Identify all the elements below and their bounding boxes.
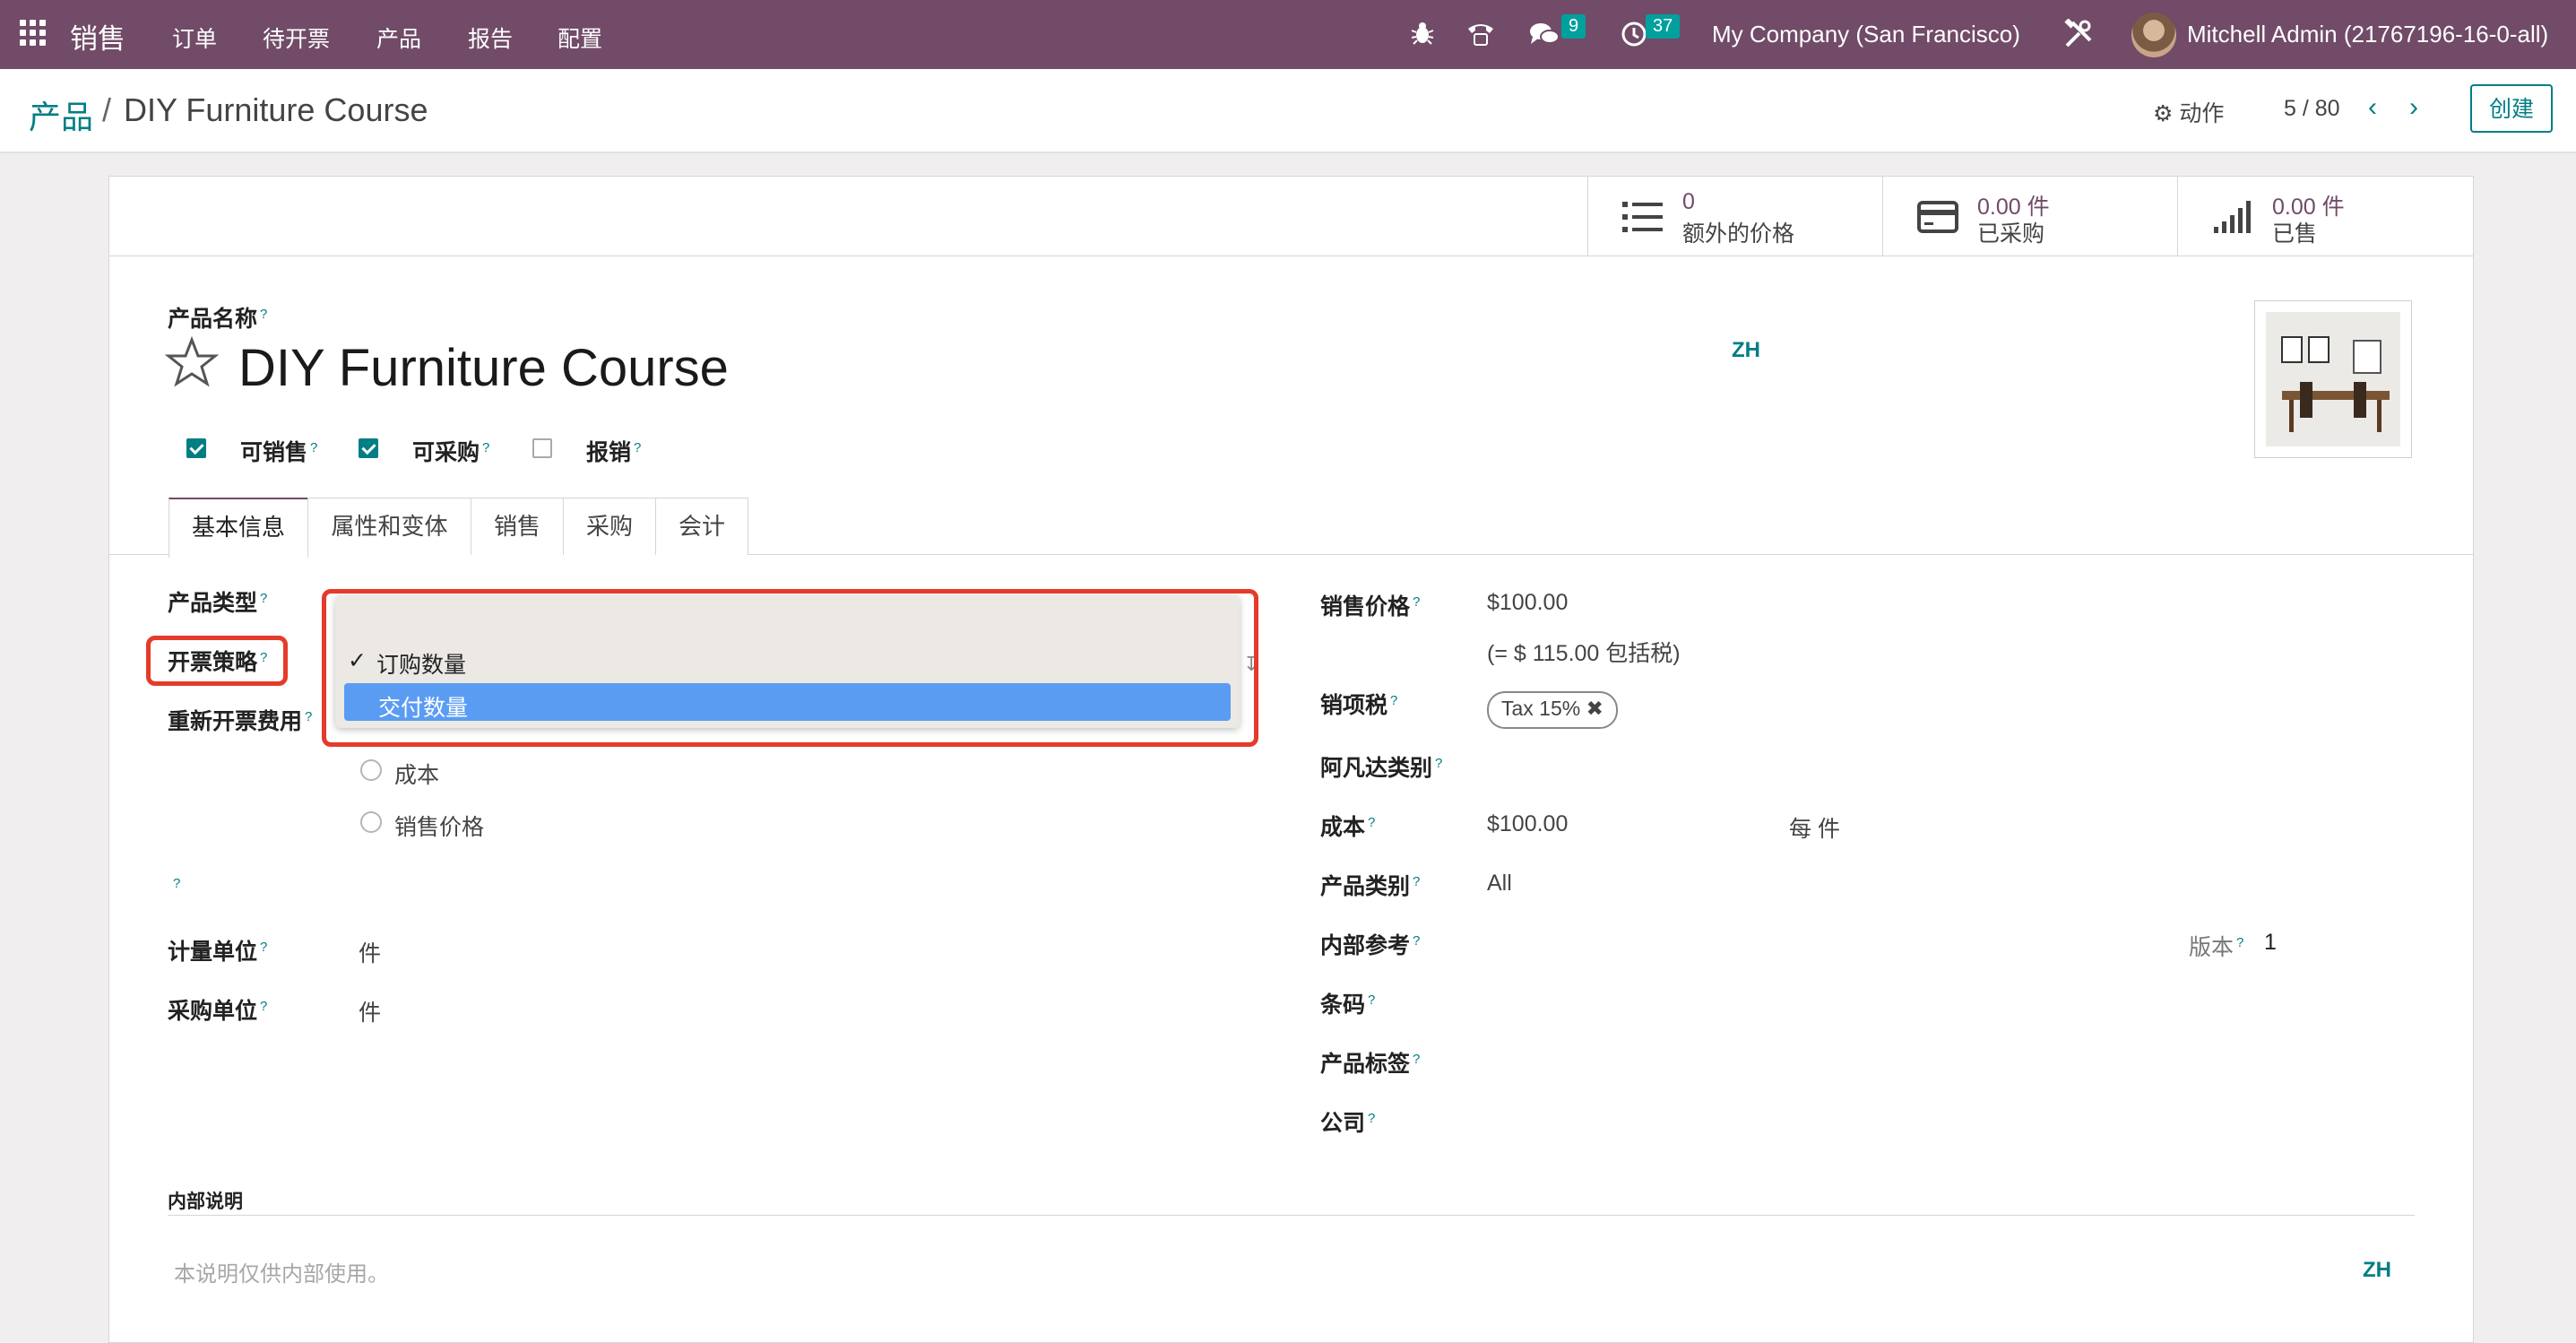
smart-button-purchased[interactable]: 0.00 件 已采购 xyxy=(1882,177,2178,256)
version-value: 1 xyxy=(2264,930,2277,955)
smart-value: 0 xyxy=(1682,189,1695,214)
can-be-purchased-label: 可采购? xyxy=(412,439,490,465)
product-name-label: 产品名称? xyxy=(168,306,268,332)
purchase-uom-value[interactable]: 件 xyxy=(359,995,381,1027)
smart-label: 已售 xyxy=(2272,221,2318,247)
smart-button-sold[interactable]: 0.00 件 已售 xyxy=(2177,177,2473,256)
reinvoice-option-sales-price: 销售价格 xyxy=(394,815,485,840)
phone-icon[interactable] xyxy=(1466,20,1495,47)
reinvoice-expenses-label: 重新开票费用? xyxy=(168,708,313,734)
menu-configuration[interactable]: 配置 xyxy=(558,22,602,54)
control-panel: 产品 / DIY Furniture Course ⚙ 动作 5 / 80 ‹ … xyxy=(0,69,2576,153)
pager-value[interactable]: 5 / 80 xyxy=(2284,96,2340,122)
language-button[interactable]: ZH xyxy=(1732,338,1760,363)
can-be-sold-label: 可销售? xyxy=(240,439,318,465)
tab-general-info[interactable]: 基本信息 xyxy=(169,498,308,558)
menu-orders[interactable]: 订单 xyxy=(172,22,217,54)
smart-button-extra-prices[interactable]: 0 额外的价格 xyxy=(1587,177,1883,256)
action-label: 动作 xyxy=(2179,101,2225,126)
create-button[interactable]: 创建 xyxy=(2470,84,2553,133)
gear-icon: ⚙ xyxy=(2153,101,2174,126)
tab-attributes-variants[interactable]: 属性和变体 xyxy=(307,498,471,555)
sales-price-incl-tax: (= $ 115.00 包括税) xyxy=(1487,641,1681,666)
can-be-expensed-label: 报销? xyxy=(586,439,642,465)
can-be-expensed-checkbox[interactable] xyxy=(532,438,552,458)
breadcrumb-products[interactable]: 产品 xyxy=(29,91,93,138)
top-navbar: 销售 订单 待开票 产品 报告 配置 9 37 My Company (San … xyxy=(0,0,2576,69)
user-menu[interactable]: Mitchell Admin (21767196-16-0-all) xyxy=(2187,21,2548,48)
can-be-sold-checkbox[interactable] xyxy=(186,438,206,458)
clock-icon[interactable] xyxy=(1621,21,1647,48)
bug-icon[interactable] xyxy=(1409,20,1436,47)
internal-notes-label: 内部说明 xyxy=(168,1191,243,1212)
cost-label: 成本? xyxy=(1320,814,1376,840)
product-name-input[interactable]: DIY Furniture Course xyxy=(238,338,729,398)
product-category-label: 产品类别? xyxy=(1320,873,1421,899)
product-photo xyxy=(2266,312,2400,446)
version-label: 版本? xyxy=(2189,934,2244,960)
customer-taxes-label: 销项税? xyxy=(1320,692,1398,718)
product-type-label: 产品类型? xyxy=(168,590,268,616)
credit-card-icon xyxy=(1917,201,1958,233)
breadcrumb-separator: / xyxy=(102,91,112,128)
smart-label: 已采购 xyxy=(1977,221,2045,247)
breadcrumb-current: DIY Furniture Course xyxy=(124,91,428,128)
help-tooltip[interactable]: ? xyxy=(173,876,180,891)
uom-label: 计量单位? xyxy=(168,939,268,965)
dropdown-highlight xyxy=(322,589,1258,747)
smart-label: 额外的价格 xyxy=(1682,221,1795,247)
menu-products[interactable]: 产品 xyxy=(376,22,421,54)
sales-price-label: 销售价格? xyxy=(1320,594,1421,620)
cost-value[interactable]: $100.00 xyxy=(1487,811,1568,837)
tax-tag-label: Tax 15% xyxy=(1501,697,1581,720)
reinvoice-option-cost: 成本 xyxy=(394,763,440,788)
chat-icon[interactable] xyxy=(1529,22,1560,47)
menu-reporting[interactable]: 报告 xyxy=(468,22,513,54)
invoice-policy-highlight xyxy=(146,636,288,686)
avatax-category-label: 阿凡达类别? xyxy=(1320,755,1443,781)
reinvoice-radio-cost[interactable] xyxy=(360,759,382,781)
tax-tag[interactable]: Tax 15% ✖ xyxy=(1487,691,1618,729)
signal-bars-icon xyxy=(2214,201,2251,233)
tab-sales[interactable]: 销售 xyxy=(471,498,564,555)
company-switcher[interactable]: My Company (San Francisco) xyxy=(1712,21,2020,48)
tab-purchase[interactable]: 采购 xyxy=(563,498,656,555)
activities-badge: 37 xyxy=(1646,14,1681,39)
notes-language-button[interactable]: ZH xyxy=(2363,1258,2391,1283)
list-icon xyxy=(1622,202,1663,232)
chevron-left-icon[interactable]: ‹ xyxy=(2368,92,2377,123)
purchase-uom-label: 采购单位? xyxy=(168,998,268,1024)
chevron-right-icon[interactable]: › xyxy=(2409,92,2418,123)
app-brand[interactable]: 销售 xyxy=(70,16,125,56)
notes-divider xyxy=(168,1215,2415,1216)
reinvoice-radio-sales-price[interactable] xyxy=(360,811,382,833)
can-be-purchased-checkbox[interactable] xyxy=(359,438,378,458)
smart-button-bar: 0 额外的价格 0.00 件 已采购 0.00 件 已售 xyxy=(109,177,2473,256)
uom-value[interactable]: 件 xyxy=(359,936,381,968)
product-tags-label: 产品标签? xyxy=(1320,1051,1421,1077)
sales-price-value[interactable]: $100.00 xyxy=(1487,590,1568,616)
product-image[interactable] xyxy=(2254,300,2412,458)
internal-notes-input[interactable]: 本说明仅供内部使用。 xyxy=(174,1256,389,1287)
barcode-label: 条码? xyxy=(1320,992,1376,1018)
company-label: 公司? xyxy=(1320,1110,1376,1136)
apps-grid-icon[interactable] xyxy=(20,20,47,47)
action-button[interactable]: ⚙ 动作 xyxy=(2153,96,2224,128)
form-sheet: 0 额外的价格 0.00 件 已采购 0.00 件 已售 产品名称? DIY F… xyxy=(108,176,2474,1343)
star-icon[interactable] xyxy=(165,336,219,390)
messages-badge: 9 xyxy=(1561,14,1586,39)
tools-icon[interactable] xyxy=(2063,19,2094,49)
remove-icon[interactable]: ✖ xyxy=(1586,697,1604,720)
tab-accounting[interactable]: 会计 xyxy=(655,498,748,555)
internal-reference-label: 内部参考? xyxy=(1320,932,1421,958)
user-avatar[interactable] xyxy=(2131,13,2176,57)
menu-to-invoice[interactable]: 待开票 xyxy=(263,22,330,54)
product-category-value[interactable]: All xyxy=(1487,871,1512,897)
cost-unit: 每 件 xyxy=(1789,817,1840,842)
